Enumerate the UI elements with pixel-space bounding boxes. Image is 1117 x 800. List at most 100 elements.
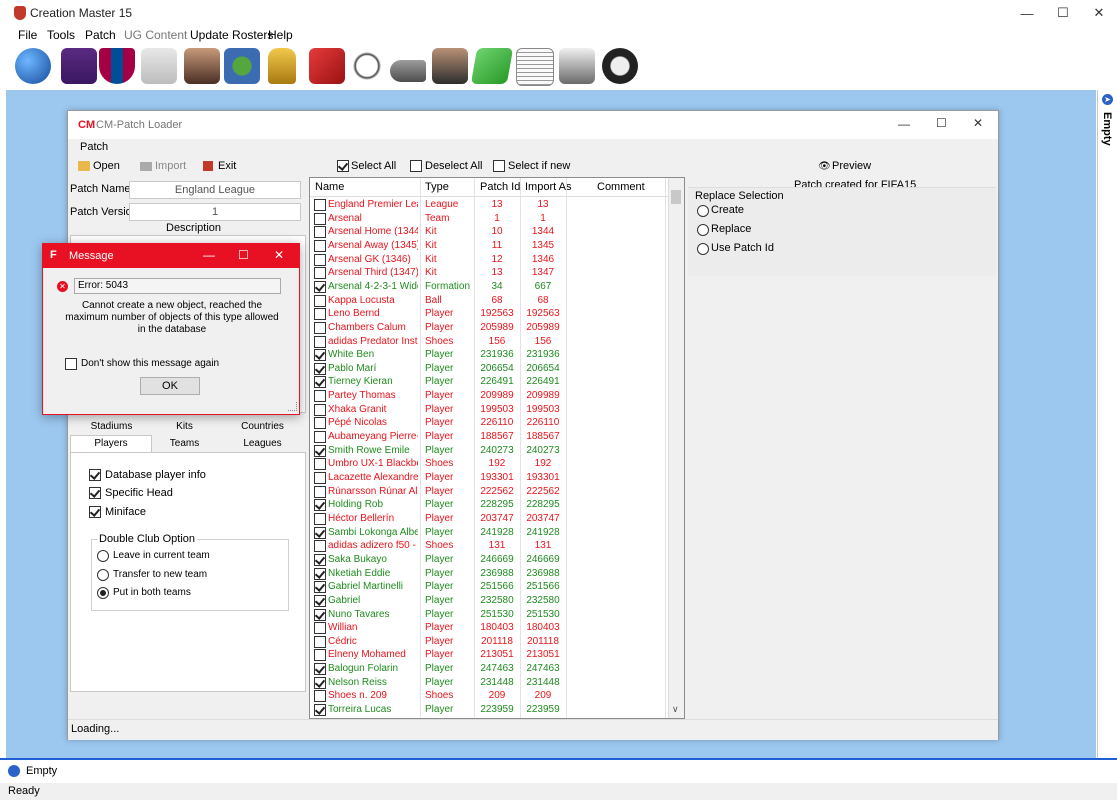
create-radio[interactable] — [697, 205, 709, 220]
premier-league-icon[interactable] — [61, 48, 97, 84]
column-patch-id[interactable]: Patch Id — [480, 181, 520, 193]
open-folder-icon[interactable] — [78, 161, 90, 171]
leave-in-current-team-radio[interactable] — [97, 550, 109, 565]
loader-minimize-button[interactable]: — — [898, 117, 910, 131]
table-row[interactable]: Tierney Kieran Player 226491 226491 — [310, 375, 670, 389]
tab-leagues[interactable]: Leagues — [225, 438, 300, 449]
table-row[interactable]: Aubameyang Pierre-E... Player 188567 188567 — [310, 430, 670, 444]
use-patch-id-radio[interactable] — [697, 243, 709, 258]
table-row[interactable]: Nketiah Eddie Player 236988 236988 — [310, 567, 670, 581]
column-comment[interactable]: Comment — [597, 181, 645, 193]
menu-patch[interactable]: Patch — [85, 28, 116, 42]
table-row[interactable]: Héctor Bellerín Player 203747 203747 — [310, 512, 670, 526]
table-row[interactable]: Arsenal 4-2-3-1 Wide Formation 34 667 — [310, 280, 670, 294]
transfer-to-new-team-radio[interactable] — [97, 569, 109, 584]
table-row[interactable]: Smith Rowe Emile Player 240273 240273 — [310, 444, 670, 458]
row-checkbox[interactable] — [314, 704, 326, 718]
miniface-checkbox[interactable] — [89, 506, 101, 521]
table-row[interactable]: adidas Predator Instin... Shoes 156 156 — [310, 335, 670, 349]
scrollbar-thumb[interactable] — [671, 190, 681, 204]
table-row[interactable]: Xhaka Granit Player 199503 199503 — [310, 403, 670, 417]
table-row[interactable]: Chambers Calum Player 205989 205989 — [310, 321, 670, 335]
deselect-all-button[interactable]: Deselect All — [425, 160, 482, 172]
replace-radio[interactable] — [697, 224, 709, 239]
table-row[interactable]: Sambi Lokonga Albert Player 241928 241928 — [310, 526, 670, 540]
loader-maximize-button[interactable]: ☐ — [936, 116, 947, 130]
stadium-icon[interactable] — [224, 48, 260, 84]
table-row[interactable]: Gabriel Player 232580 232580 — [310, 594, 670, 608]
boot-icon[interactable] — [390, 60, 426, 82]
specific-head-checkbox[interactable] — [89, 487, 101, 502]
table-row[interactable]: Arsenal GK (1346) Kit 12 1346 — [310, 253, 670, 267]
table-row[interactable]: Pablo Marí Player 206654 206654 — [310, 362, 670, 376]
pitch-icon[interactable] — [470, 48, 514, 84]
table-row[interactable]: adidas adizero f50 - ... Shoes 131 131 — [310, 539, 670, 553]
tab-players[interactable]: Players — [70, 435, 152, 452]
table-row[interactable]: Leno Bernd Player 192563 192563 — [310, 307, 670, 321]
right-dock-panel[interactable]: ➤ Empty — [1097, 90, 1117, 758]
tab-countries[interactable]: Countries — [225, 421, 300, 432]
kit-icon[interactable] — [141, 48, 177, 84]
put-in-both-teams-radio[interactable] — [97, 587, 109, 602]
dialog-maximize-button[interactable]: ☐ — [238, 248, 249, 262]
patch-items-table[interactable]: Name Type Patch Id Import As Comment Eng… — [309, 177, 685, 719]
tab-kits[interactable]: Kits — [152, 421, 217, 432]
table-row[interactable]: Umbro UX-1 Blackber... Shoes 192 192 — [310, 457, 670, 471]
close-button[interactable]: ✕ — [1076, 0, 1117, 26]
patch-version-field[interactable]: 1 — [129, 203, 301, 221]
table-row[interactable]: Kappa Locusta Ball 68 68 — [310, 294, 670, 308]
menu-tools[interactable]: Tools — [47, 28, 75, 42]
table-row[interactable]: Arsenal Away (1345) Kit 11 1345 — [310, 239, 670, 253]
table-row[interactable]: Balogun Folarin Player 247463 247463 — [310, 662, 670, 676]
exit-button[interactable]: Exit — [218, 160, 236, 172]
manager-icon[interactable] — [432, 48, 468, 84]
preview-button[interactable]: Preview — [832, 160, 871, 172]
loader-menu-patch[interactable]: Patch — [80, 141, 108, 153]
table-row[interactable]: Elneny Mohamed Player 213051 213051 — [310, 648, 670, 662]
table-row[interactable]: Arsenal Third (1347) Kit 13 1347 — [310, 266, 670, 280]
ok-button[interactable]: OK — [140, 377, 200, 395]
table-row[interactable]: Gabriel Martinelli Player 251566 251566 — [310, 580, 670, 594]
table-row[interactable]: Nuno Tavares Player 251530 251530 — [310, 608, 670, 622]
column-name[interactable]: Name — [315, 181, 344, 193]
card-icon[interactable] — [309, 48, 345, 84]
table-row[interactable]: England Premier Lea... League 13 13 — [310, 198, 670, 212]
table-row[interactable]: Nelson Reiss Player 231448 231448 — [310, 676, 670, 690]
table-scrollbar[interactable]: ∨ — [668, 178, 684, 718]
newspaper-icon[interactable] — [516, 48, 554, 86]
table-row[interactable]: Lacazette Alexandre Player 193301 193301 — [310, 471, 670, 485]
import-button[interactable]: Import — [155, 160, 186, 172]
column-type[interactable]: Type — [425, 181, 449, 193]
open-button[interactable]: Open — [93, 160, 120, 172]
expand-arrow-icon[interactable]: ➤ — [1102, 94, 1113, 105]
table-row[interactable]: Rúnarsson Rúnar Alex Player 222562 222562 — [310, 485, 670, 499]
menu-update-rosters[interactable]: Update Rosters — [190, 28, 273, 42]
dialog-minimize-button[interactable]: — — [203, 248, 215, 262]
dialog-close-button[interactable]: ✕ — [274, 248, 284, 262]
tab-stadiums[interactable]: Stadiums — [74, 421, 149, 432]
player-icon[interactable] — [184, 48, 220, 84]
database-player-info-checkbox[interactable] — [89, 469, 101, 484]
select-all-button[interactable]: Select All — [351, 160, 396, 172]
table-row[interactable]: Saka Bukayo Player 246669 246669 — [310, 553, 670, 567]
table-row[interactable]: Arsenal Team 1 1 — [310, 212, 670, 226]
fc-barcelona-icon[interactable] — [99, 48, 135, 84]
table-row[interactable]: Partey Thomas Player 209989 209989 — [310, 389, 670, 403]
tab-teams[interactable]: Teams — [152, 438, 217, 449]
gloves-icon[interactable] — [559, 48, 595, 84]
bottom-dock-bar[interactable]: Empty — [0, 758, 1117, 785]
menu-file[interactable]: File — [18, 28, 37, 42]
table-row[interactable]: Shoes n. 209 Shoes 209 209 — [310, 689, 670, 703]
table-row[interactable]: Willian Player 180403 180403 — [310, 621, 670, 635]
table-row[interactable]: Torreira Lucas Player 223959 223959 — [310, 703, 670, 717]
trophy-icon[interactable] — [268, 48, 296, 84]
table-row[interactable]: Cédric Player 201118 201118 — [310, 635, 670, 649]
menu-help[interactable]: Help — [268, 28, 293, 42]
loader-close-button[interactable]: ✕ — [973, 116, 983, 130]
table-row[interactable]: Pépé Nicolas Player 226110 226110 — [310, 416, 670, 430]
select-if-new-button[interactable]: Select if new — [508, 160, 570, 172]
dont-show-checkbox[interactable] — [65, 358, 77, 373]
ball-icon[interactable] — [349, 48, 385, 84]
headphones-icon[interactable] — [602, 48, 638, 84]
column-import-as[interactable]: Import As — [525, 181, 571, 193]
